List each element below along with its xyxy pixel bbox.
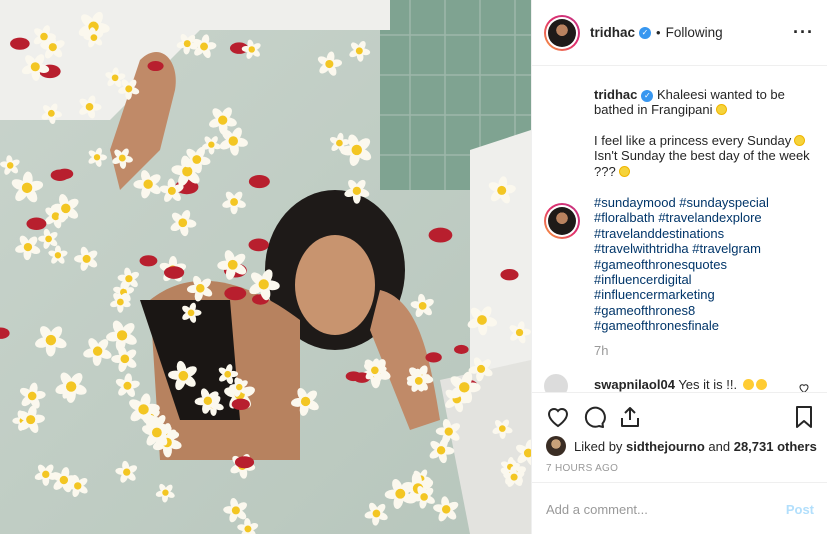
hashtag-line[interactable]: #floralbath #travelandexplore <box>594 210 814 225</box>
caption-username[interactable]: tridhac <box>594 87 637 102</box>
more-options-icon[interactable]: ··· <box>793 23 814 41</box>
post-photo[interactable] <box>0 0 531 534</box>
hashtag-list: #sundaymood #sundayspecial #floralbath #… <box>594 195 814 334</box>
post-header: tridhac ✓ • Following ··· <box>532 0 827 66</box>
red-petal <box>50 169 70 181</box>
red-petal <box>248 238 269 252</box>
instagram-post: tridhac ✓ • Following ··· tridhac ✓ Khale… <box>0 0 827 534</box>
red-petal <box>345 371 362 382</box>
hashtag-line[interactable]: #influencermarketing <box>594 287 814 302</box>
author-username[interactable]: tridhac <box>590 25 635 40</box>
author-avatar[interactable] <box>544 14 580 51</box>
hashtag-line[interactable]: #sundaymood #sundayspecial <box>594 195 814 210</box>
comment-like-heart-icon[interactable] <box>798 382 810 392</box>
verified-badge-icon: ✓ <box>639 26 652 39</box>
heart-eyes-emoji-icon <box>755 379 767 390</box>
hashtag-line[interactable]: #travelanddestinations <box>594 226 814 241</box>
red-petal <box>248 174 270 189</box>
likes-count[interactable]: 28,731 others <box>734 439 817 454</box>
liker-avatar[interactable] <box>546 436 566 456</box>
red-petal <box>147 60 164 72</box>
post-side-panel: tridhac ✓ • Following ··· tridhac ✓ Khale… <box>531 0 827 534</box>
hashtag-line[interactable]: #travelwithtridha #travelgram <box>594 241 814 256</box>
hashtag-line[interactable]: #gameofthronesfinale <box>594 318 814 333</box>
action-bar <box>532 392 827 440</box>
bookmark-icon[interactable] <box>792 405 816 429</box>
red-petal <box>163 266 185 279</box>
photo-flower-bath <box>0 0 531 534</box>
verified-badge-icon: ✓ <box>641 89 654 102</box>
commenter-avatar[interactable] <box>544 374 568 392</box>
author-avatar[interactable] <box>544 203 580 239</box>
post-timestamp: 7 HOURS AGO <box>546 463 619 474</box>
share-icon[interactable] <box>618 405 642 429</box>
flower-emoji-icon <box>794 134 806 146</box>
red-petal <box>26 217 47 231</box>
likes-connector: and <box>708 438 731 454</box>
red-petal <box>234 456 255 469</box>
red-petal <box>231 398 250 410</box>
comment-bubble-icon[interactable] <box>582 405 606 429</box>
hashtag-line[interactable]: #influencerdigital <box>594 272 814 287</box>
heart-icon[interactable] <box>546 405 570 429</box>
post-comment-button[interactable]: Post <box>786 502 814 517</box>
red-petal <box>425 352 442 363</box>
hashtag-line[interactable]: #gameofthronesquotes <box>594 257 814 272</box>
heart-eyes-emoji-icon <box>742 379 754 390</box>
likes-prefix: Liked by <box>574 438 623 454</box>
comment-row: swapnilaol04 Yes it is !!. <box>544 374 824 392</box>
red-petal <box>224 286 247 301</box>
add-comment-form: Post <box>532 482 827 534</box>
caption-line-2: I feel like a princess every Sunday <box>594 132 792 148</box>
red-petal <box>500 269 519 281</box>
red-petal <box>454 344 469 355</box>
commenter-username[interactable]: swapnilaol04 <box>594 377 675 392</box>
header-separator: • <box>656 25 661 40</box>
following-button[interactable]: Following <box>666 25 723 40</box>
red-petal <box>428 227 453 243</box>
caption: tridhac ✓ Khaleesi wanted to be bathed in… <box>594 87 814 179</box>
flower-emoji-icon <box>618 165 630 177</box>
red-petal <box>139 255 158 267</box>
likes-summary: Liked by sidthejourno and 28,731 others <box>546 434 817 458</box>
red-petal <box>10 37 30 50</box>
comment-text: Yes it is !!. <box>678 377 738 392</box>
liker-username[interactable]: sidthejourno <box>626 439 705 454</box>
comment-input[interactable] <box>546 499 766 519</box>
caption-time: 7h <box>594 343 609 358</box>
comments-section: tridhac ✓ Khaleesi wanted to be bathed in… <box>532 67 827 392</box>
hashtag-line[interactable]: #gameofthrones8 <box>594 303 814 318</box>
flower-emoji-icon <box>715 104 727 116</box>
